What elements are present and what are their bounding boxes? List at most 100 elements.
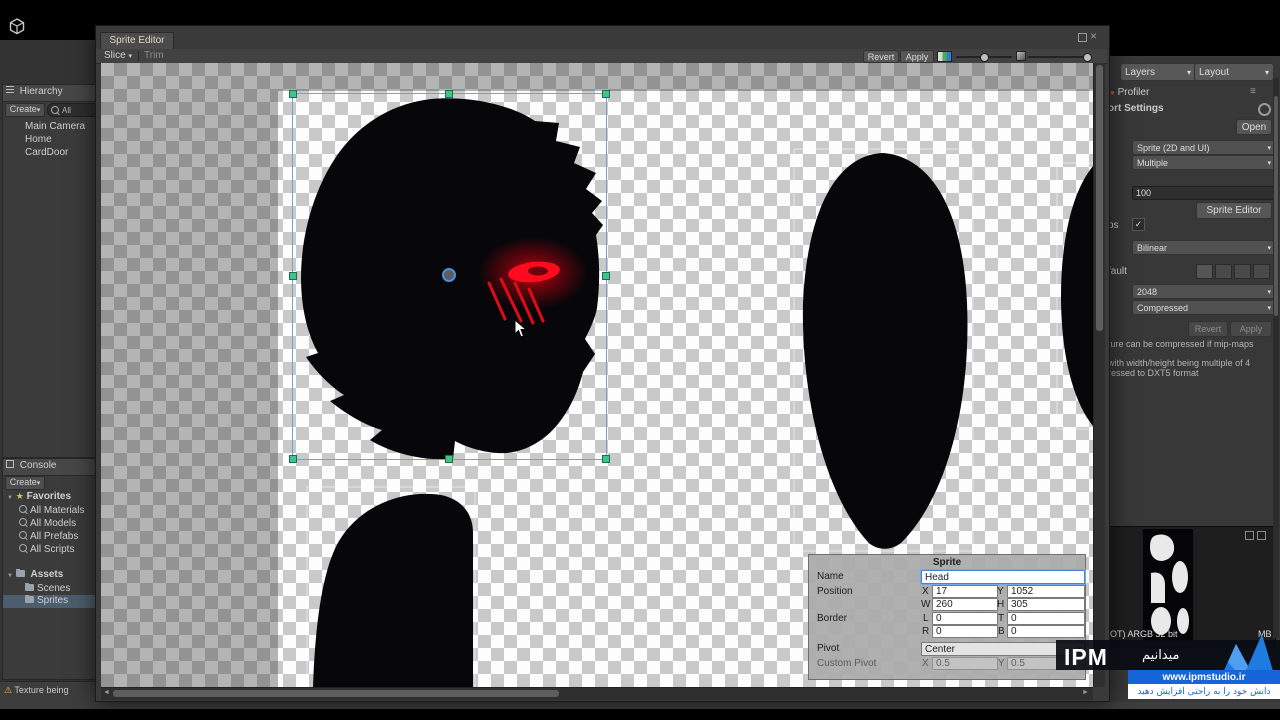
favorite-all-models[interactable]: All Models [19,518,95,529]
folder-icon [15,569,25,577]
zoom-slider[interactable] [956,53,1012,62]
color-alpha-toggle-icon[interactable] [937,51,952,62]
position-y-field[interactable]: 1052 [1007,585,1085,598]
assets-header[interactable]: ▼ Assets [7,569,95,580]
chevron-down-icon: ▾ [36,480,41,487]
platform-default-tab[interactable]: fault [1108,266,1148,277]
selection-handle-se[interactable] [602,455,610,463]
hierarchy-item-carddoor[interactable]: CardDoor [25,147,95,158]
position-x-field[interactable]: 17 [932,585,998,598]
selection-handle-n[interactable] [445,90,453,98]
custom-pivot-x-field[interactable]: 0.5 [932,657,998,670]
name-label: Name [817,571,844,582]
inspector-apply-button[interactable]: Apply [1230,321,1272,337]
star-icon: ★ [15,491,24,501]
selection-handle-w[interactable] [289,272,297,280]
platform-tab-icon[interactable] [1234,264,1251,279]
watermark-title: میدانیم [1142,648,1180,663]
hierarchy-create-button[interactable]: Create▾ [5,103,45,117]
favorite-all-scripts[interactable]: All Scripts [19,544,95,555]
pivot-handle[interactable] [442,268,456,282]
selection-handle-sw[interactable] [289,455,297,463]
platform-tab-icon[interactable] [1196,264,1213,279]
scroll-left-icon[interactable]: ◄ [103,689,110,696]
search-filter-label: All [62,105,71,115]
multiple-dropdown[interactable]: Multiple ▾ [1132,155,1276,170]
inspector-revert-button[interactable]: Revert [1188,321,1228,337]
mipmap-icon [1016,51,1026,61]
search-icon [19,531,27,539]
vertical-scrollbar-thumb[interactable] [1096,65,1103,331]
console-icon [6,460,14,468]
favorites-header[interactable]: ▼ ★ Favorites [7,491,95,502]
editor-close-icon[interactable]: × [1090,29,1097,43]
mip-slider-thumb[interactable] [1083,53,1092,62]
selection-handle-ne[interactable] [602,90,610,98]
trim-button[interactable]: Trim [144,50,164,61]
open-button[interactable]: Open [1236,119,1272,135]
sprite-mode-dropdown[interactable]: Sprite (2D and UI) ▾ [1132,140,1276,155]
favorites-label: Favorites [26,491,72,502]
folder-scenes[interactable]: Scenes [25,583,95,594]
hierarchy-item-main-camera[interactable]: Main Camera [25,121,95,132]
hierarchy-icon [6,86,14,94]
gear-icon[interactable] [1258,103,1271,119]
preview-grid-icon[interactable] [1245,531,1254,540]
panel-menu-icon[interactable]: ≡ [1250,86,1256,97]
custom-pivot-label: Custom Pivot [817,658,877,669]
editor-maximize-icon[interactable] [1078,33,1087,42]
favorite-all-materials[interactable]: All Materials [19,505,95,516]
sprite-canvas[interactable]: Sprite Name Head Position X 17 Y 1052 W … [101,63,1093,687]
hierarchy-search-input[interactable]: All [47,103,101,117]
expand-icon: ▼ [7,495,13,501]
platform-tab-icon[interactable] [1253,264,1270,279]
selection-handle-e[interactable] [602,272,610,280]
slice-button[interactable]: Slice ▾ [104,50,132,61]
mipmap-checkbox[interactable]: ✓ [1132,218,1145,231]
name-field[interactable]: Head [921,570,1085,584]
border-r-field[interactable]: 0 [932,625,998,638]
revert-button[interactable]: Revert [863,50,899,63]
sprite-editor-titlebar[interactable]: Sprite Editor × [96,26,1107,50]
project-create-button[interactable]: Create▾ [5,476,45,490]
platform-tab-icon[interactable] [1215,264,1232,279]
pivot-label: Pivot [817,643,840,654]
project-panel: Console Create▾ ▼ ★ Favorites All Materi… [2,458,119,680]
width-field[interactable]: 260 [932,598,998,611]
toolbar-divider [138,51,139,61]
hierarchy-item-home[interactable]: Home [25,134,95,145]
layout-dropdown[interactable]: Layout ▾ [1194,63,1274,81]
zoom-slider-thumb[interactable] [980,53,989,62]
layers-dropdown[interactable]: Layers ▾ [1120,63,1196,81]
mipmap-label: ps [1108,220,1119,231]
selection-handle-nw[interactable] [289,90,297,98]
filter-mode-dropdown[interactable]: Bilinear ▾ [1132,240,1276,255]
apply-button[interactable]: Apply [900,50,934,63]
os-titlebar [0,0,1280,18]
border-l-field[interactable]: 0 [932,612,998,625]
favorite-all-prefabs[interactable]: All Prefabs [19,531,95,542]
format-dropdown[interactable]: Compressed ▾ [1132,300,1276,315]
canvas-horizontal-scrollbar[interactable]: ◄ ► [101,687,1093,700]
chevron-down-icon: ▾ [1267,304,1271,312]
profiler-tab[interactable]: ● Profiler [1110,87,1260,98]
canvas-vertical-scrollbar[interactable] [1093,63,1105,687]
selection-handle-s[interactable] [445,455,453,463]
border-t-field[interactable]: 0 [1007,612,1085,625]
hierarchy-panel: Hierarchy Create▾ All Main Camera Home C… [2,84,101,458]
pixels-per-unit-field[interactable]: 100 [1132,186,1274,200]
watermark-brand: IPM [1064,644,1108,670]
check-icon: ✓ [1134,219,1143,229]
horizontal-scrollbar-thumb[interactable] [113,690,559,697]
height-field[interactable]: 305 [1007,598,1085,611]
console-tab[interactable]: Console [3,459,97,476]
preview-layers-icon[interactable] [1257,531,1266,540]
sprite-editor-button[interactable]: Sprite Editor [1196,202,1272,219]
inspector-scrollbar[interactable] [1273,78,1279,638]
inspector-scrollbar-thumb[interactable] [1274,96,1278,316]
texture-preview-strip [1143,529,1193,641]
sprite-editor-tab[interactable]: Sprite Editor [100,32,174,50]
mip-slider[interactable] [1028,53,1092,62]
max-size-dropdown[interactable]: 2048 ▾ [1132,284,1276,299]
hierarchy-tab[interactable]: Hierarchy [3,85,97,102]
